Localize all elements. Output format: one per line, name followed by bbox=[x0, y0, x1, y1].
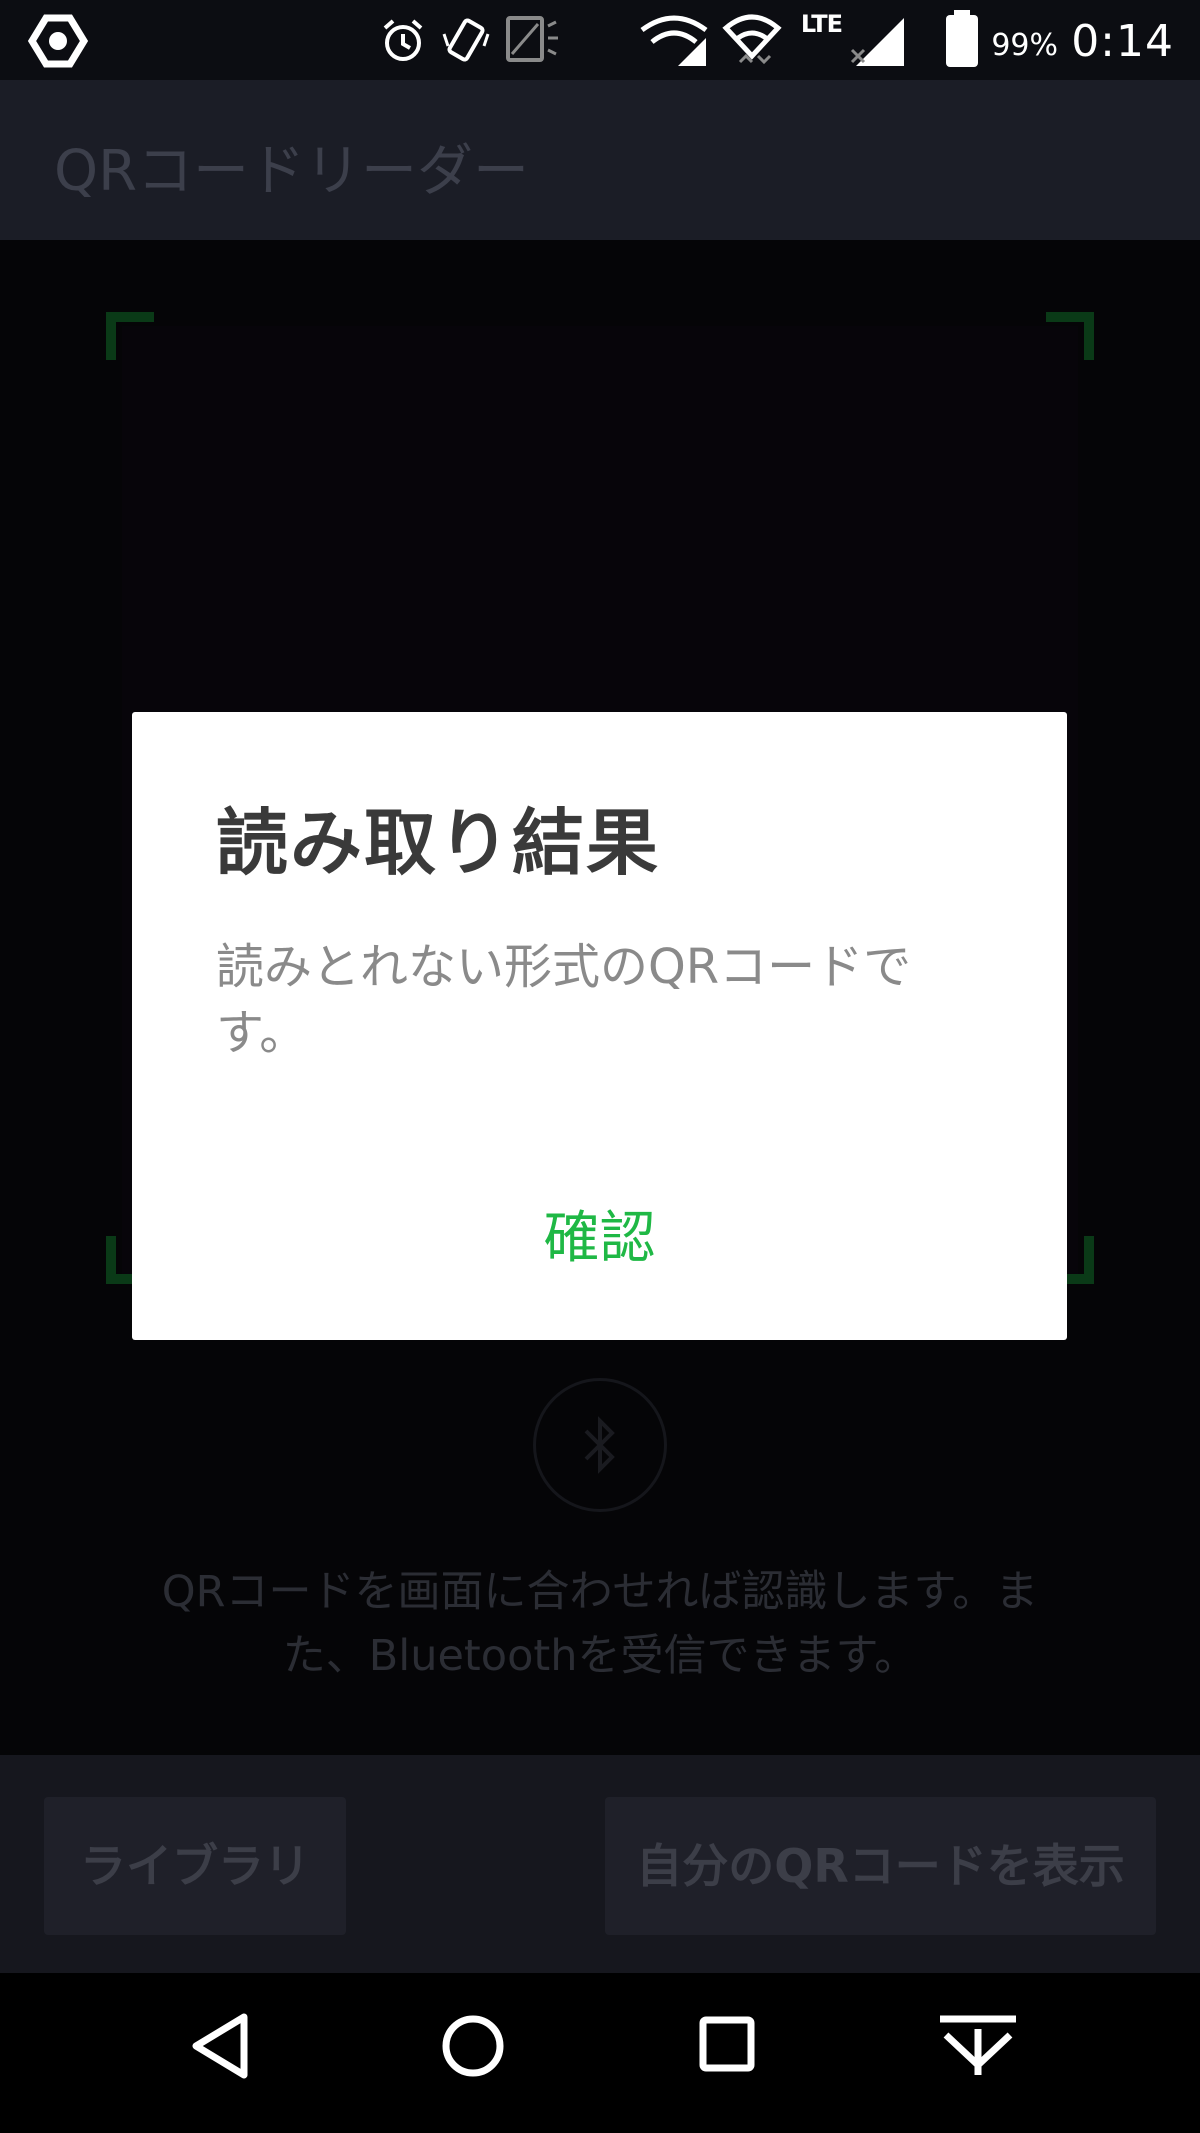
notification-pull-icon[interactable] bbox=[936, 2013, 1020, 2079]
navigation-bar bbox=[0, 1973, 1200, 2133]
show-my-qr-button[interactable]: 自分のQRコードを表示 bbox=[605, 1797, 1156, 1935]
wifi-call-icon bbox=[640, 15, 708, 66]
page-title: QRコードリーダー bbox=[54, 139, 529, 204]
lte-signal-icon bbox=[850, 18, 904, 66]
scan-frame-corner-top-right bbox=[1046, 312, 1094, 360]
dialog-message: 読みとれない形式のQRコードで す。 bbox=[216, 934, 1006, 1066]
wifi-icon bbox=[722, 14, 782, 65]
bluetooth-icon bbox=[584, 1416, 615, 1474]
scanner-hint: QRコードを画面に合わせれば認識します。ま た、Bluetoothを受信できます… bbox=[60, 1560, 1140, 1688]
nfc-icon bbox=[506, 16, 558, 62]
alarm-icon bbox=[383, 19, 423, 61]
battery-percent: 99% bbox=[991, 28, 1058, 63]
dialog-message-line-2: す。 bbox=[216, 1005, 308, 1061]
dialog-title: 読み取り結果 bbox=[216, 801, 661, 885]
scan-result-dialog: 読み取り結果 読みとれない形式のQRコードで す。 確認 bbox=[132, 712, 1067, 1340]
scanner-hint-line-1: QRコードを画面に合わせれば認識します。ま bbox=[161, 1567, 1039, 1617]
bottom-bar: ライブラリ 自分のQRコードを表示 bbox=[0, 1755, 1200, 1973]
vibrate-icon bbox=[442, 18, 490, 62]
network-type: LTE bbox=[800, 10, 843, 38]
home-icon[interactable] bbox=[440, 2013, 506, 2079]
scan-frame-corner-top-left bbox=[106, 312, 154, 360]
library-button[interactable]: ライブラリ bbox=[44, 1797, 346, 1935]
dialog-message-line-1: 読みとれない形式のQRコードで bbox=[216, 939, 912, 995]
back-icon[interactable] bbox=[188, 2011, 252, 2081]
confirm-button[interactable]: 確認 bbox=[132, 1184, 1067, 1294]
scanner-hint-line-2: た、Bluetoothを受信できます。 bbox=[282, 1631, 918, 1681]
clock: 0:14 bbox=[1071, 16, 1174, 67]
status-bar: LTE 99% 0:14 bbox=[0, 0, 1200, 80]
app-sync-icon bbox=[27, 14, 89, 68]
recents-icon[interactable] bbox=[698, 2015, 756, 2073]
battery-icon bbox=[946, 10, 978, 67]
bluetooth-button[interactable] bbox=[533, 1378, 667, 1512]
app-bar: QRコードリーダー bbox=[0, 80, 1200, 240]
